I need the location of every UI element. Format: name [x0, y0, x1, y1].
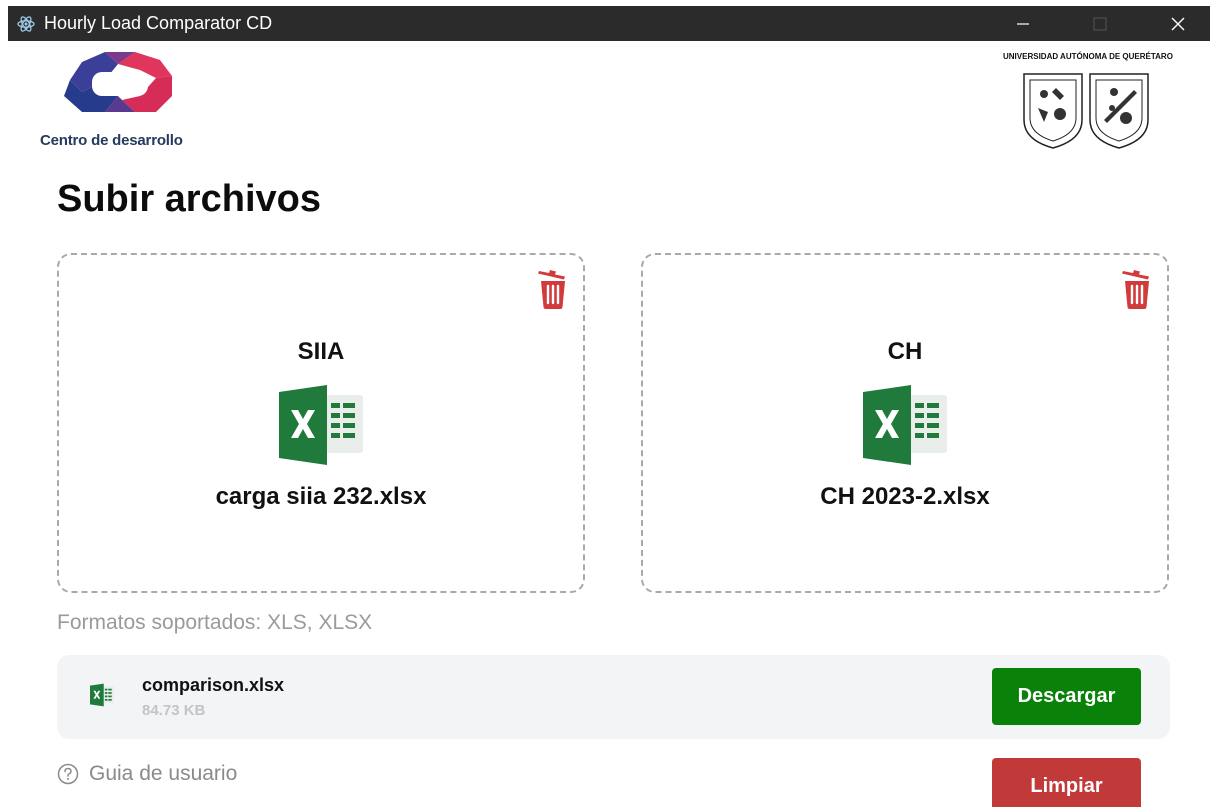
minimize-icon[interactable] — [1003, 6, 1043, 41]
page-title: Subir archivos — [57, 178, 321, 220]
upload-dropzone-ch[interactable]: CH CH 2023-2.xlsx — [641, 253, 1169, 593]
trash-icon[interactable] — [1119, 267, 1153, 309]
university-name: UNIVERSIDAD AUTÓNOMA DE QUERÉTARO — [1003, 52, 1173, 61]
supported-formats-text: Formatos soportados: XLS, XLSX — [57, 611, 373, 634]
download-button[interactable]: Descargar — [992, 668, 1141, 725]
maximize-icon[interactable] — [1080, 6, 1120, 41]
clear-button[interactable]: Limpiar — [992, 758, 1141, 807]
window-titlebar: Hourly Load Comparator CD — [8, 6, 1210, 41]
close-icon[interactable] — [1158, 6, 1198, 41]
trash-icon[interactable] — [535, 267, 569, 309]
uploaded-file-name: carga siia 232.xlsx — [215, 483, 427, 510]
excel-icon — [863, 385, 947, 465]
result-file-name: comparison.xlsx — [142, 675, 285, 695]
excel-icon — [279, 385, 363, 465]
user-guide-label: Guia de usuario — [89, 762, 238, 785]
user-guide-link[interactable]: Guia de usuario — [57, 762, 237, 786]
uploaded-file-name: CH 2023-2.xlsx — [820, 483, 990, 510]
result-file-size: 84.73 KB — [142, 702, 206, 719]
centro-desarrollo-logo: Centro de desarrollo — [40, 52, 200, 152]
window-title: Hourly Load Comparator CD — [44, 13, 273, 33]
excel-icon — [90, 683, 114, 707]
upload-dropzone-siia[interactable]: SIIA carga siia 232.xlsx — [57, 253, 585, 593]
university-logo: UNIVERSIDAD AUTÓNOMA DE QUERÉTARO — [1000, 52, 1180, 162]
electron-app-icon — [16, 14, 36, 34]
help-circle-icon — [57, 763, 79, 785]
zone-label: CH — [887, 338, 923, 365]
zone-label: SIIA — [297, 338, 345, 365]
brand-text: Centro de desarrollo — [40, 132, 183, 149]
result-file-row: comparison.xlsx 84.73 KB Descargar — [57, 655, 1170, 739]
